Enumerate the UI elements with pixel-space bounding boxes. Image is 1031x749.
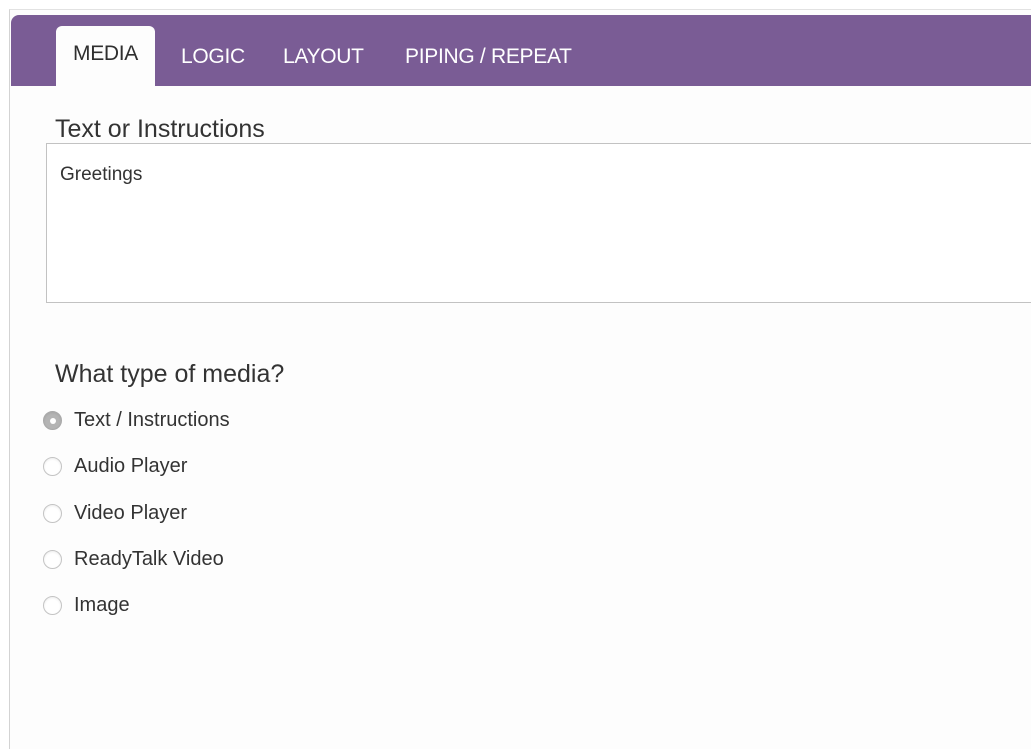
media-type-label: What type of media?: [55, 360, 285, 388]
media-option-label: Video Player: [74, 501, 188, 524]
radio-icon[interactable]: [43, 595, 62, 615]
tab-piping-repeat[interactable]: PIPING / REPEAT: [405, 41, 572, 86]
media-option-label: Audio Player: [74, 454, 188, 477]
radio-icon[interactable]: [43, 456, 62, 476]
media-option-label: ReadyTalk Video: [74, 547, 224, 570]
text-instructions-field[interactable]: [46, 143, 1031, 303]
media-option-label: Image: [74, 593, 130, 616]
media-option-video-player[interactable]: Video Player: [43, 498, 187, 528]
tab-media[interactable]: MEDIA: [56, 26, 156, 86]
radio-icon[interactable]: [43, 549, 62, 569]
media-option-text-instructions[interactable]: Text / Instructions: [43, 405, 230, 435]
media-option-label: Text / Instructions: [74, 408, 230, 431]
tab-bar: MEDIA LOGIC LAYOUT PIPING / REPEAT: [11, 15, 1031, 86]
media-option-audio-player[interactable]: Audio Player: [43, 451, 187, 481]
tab-logic[interactable]: LOGIC: [181, 41, 245, 86]
media-option-image[interactable]: Image: [43, 590, 130, 620]
radio-icon[interactable]: [43, 503, 62, 523]
media-option-readytalk-video[interactable]: ReadyTalk Video: [43, 544, 224, 574]
radio-selected-icon[interactable]: [43, 410, 62, 430]
tab-layout[interactable]: LAYOUT: [283, 41, 364, 86]
text-instructions-label: Text or Instructions: [55, 115, 265, 143]
